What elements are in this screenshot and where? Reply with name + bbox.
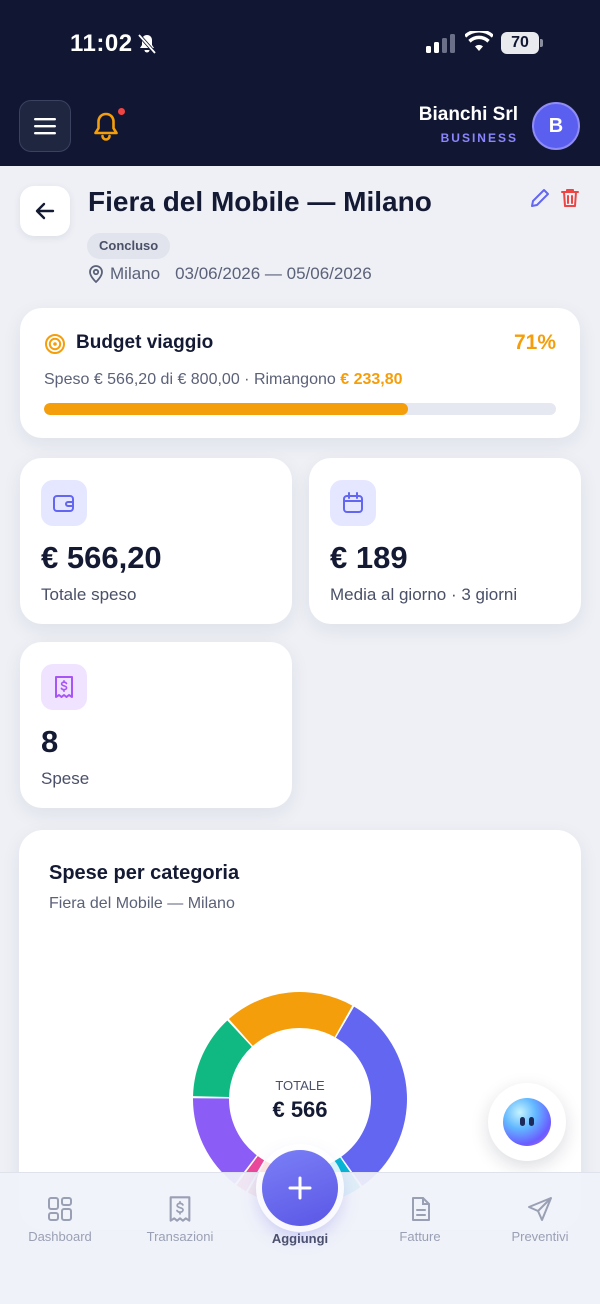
tab-transazioni[interactable]: Transazioni — [120, 1195, 240, 1244]
wifi-icon — [465, 31, 493, 51]
back-button[interactable] — [20, 186, 70, 236]
event-dates: 03/06/2026 — 05/06/2026 — [175, 264, 372, 283]
target-icon — [45, 334, 65, 354]
budget-percent: 71% — [513, 331, 556, 354]
stat-daily-card: € 189 Media al giorno · 3 giorni — [309, 458, 581, 624]
trash-icon[interactable] — [560, 187, 580, 209]
tab-label: Aggiungi — [271, 1231, 329, 1246]
stat-count-caption: Spese — [41, 769, 90, 788]
chart-title: Spese per categoria — [49, 862, 240, 884]
event-location: Milano — [110, 264, 161, 283]
stat-total-card: € 566,20 Totale speso — [20, 458, 292, 624]
status-time: 11:02 — [70, 30, 133, 57]
receipt-icon — [169, 1196, 191, 1222]
top-nav: Bianchi Srl BUSINESS B — [0, 88, 600, 166]
battery-indicator: 70 — [501, 32, 543, 54]
location-pin-icon — [89, 265, 103, 283]
tab-preventivi[interactable]: Preventivi — [480, 1195, 600, 1244]
budget-remaining: € 233,80 — [340, 371, 403, 388]
send-icon — [528, 1197, 552, 1221]
page-title: Fiera del Mobile — Milano — [88, 186, 432, 217]
hamburger-icon — [34, 118, 56, 135]
tab-fatture[interactable]: Fatture — [360, 1195, 480, 1244]
donut-center-label: TOTALE — [275, 1078, 325, 1093]
tab-label: Dashboard — [28, 1229, 92, 1244]
bell-off-icon — [137, 33, 157, 55]
stat-total-value: € 566,20 — [41, 540, 162, 575]
status-bar: 11:02 70 — [0, 0, 600, 88]
budget-progress-fill — [44, 403, 408, 415]
status-badge: Concluso — [87, 233, 171, 259]
tab-label: Transazioni — [146, 1229, 214, 1244]
tab-label: Preventivi — [511, 1229, 569, 1244]
signal-icon — [426, 34, 455, 53]
assistant-button[interactable] — [488, 1083, 566, 1161]
edit-icon[interactable] — [529, 187, 551, 209]
company-info[interactable]: Bianchi Srl BUSINESS — [419, 104, 518, 145]
wallet-icon — [53, 495, 74, 512]
document-icon — [412, 1197, 430, 1221]
stat-total-caption: Totale speso — [41, 585, 137, 604]
stat-count-card: 8 Spese — [20, 642, 292, 808]
company-name: Bianchi Srl — [418, 104, 518, 125]
budget-progress-bar — [44, 403, 556, 415]
plus-icon — [288, 1176, 312, 1200]
avatar[interactable]: B — [532, 102, 580, 150]
donut-slice-6[interactable] — [228, 992, 353, 1046]
arrow-left-icon — [35, 202, 55, 220]
battery-level: 70 — [501, 32, 539, 54]
add-button[interactable] — [262, 1150, 338, 1226]
budget-spent-text: Speso € 566,20 di € 800,00 · Rimangono — [44, 371, 341, 388]
donut-slice-0[interactable] — [335, 1006, 407, 1187]
notification-dot — [118, 108, 125, 115]
menu-button[interactable] — [19, 100, 71, 152]
dashboard-icon — [48, 1197, 72, 1221]
stat-daily-caption: Media al giorno · 3 giorni — [330, 585, 518, 604]
budget-summary: Speso € 566,20 di € 800,00 · Rimangono €… — [44, 371, 403, 389]
stat-count-value: 8 — [41, 724, 59, 759]
receipt-icon — [55, 676, 73, 698]
company-type: BUSINESS — [440, 131, 518, 145]
event-meta: Milano 03/06/2026 — 05/06/2026 — [88, 264, 372, 284]
bell-icon[interactable] — [92, 111, 120, 141]
calendar-icon — [343, 492, 363, 513]
budget-label: Budget viaggio — [76, 332, 214, 353]
assistant-orb-icon — [503, 1098, 551, 1146]
tab-dashboard[interactable]: Dashboard — [0, 1195, 120, 1244]
budget-card: Budget viaggio 71% Speso € 566,20 di € 8… — [20, 308, 580, 438]
donut-center-value: € 566 — [272, 1097, 327, 1122]
tab-aggiungi[interactable]: Aggiungi — [240, 1231, 360, 1246]
tab-label: Fatture — [399, 1229, 441, 1244]
chart-subtitle: Fiera del Mobile — Milano — [49, 895, 235, 912]
stat-daily-value: € 189 — [330, 540, 408, 575]
